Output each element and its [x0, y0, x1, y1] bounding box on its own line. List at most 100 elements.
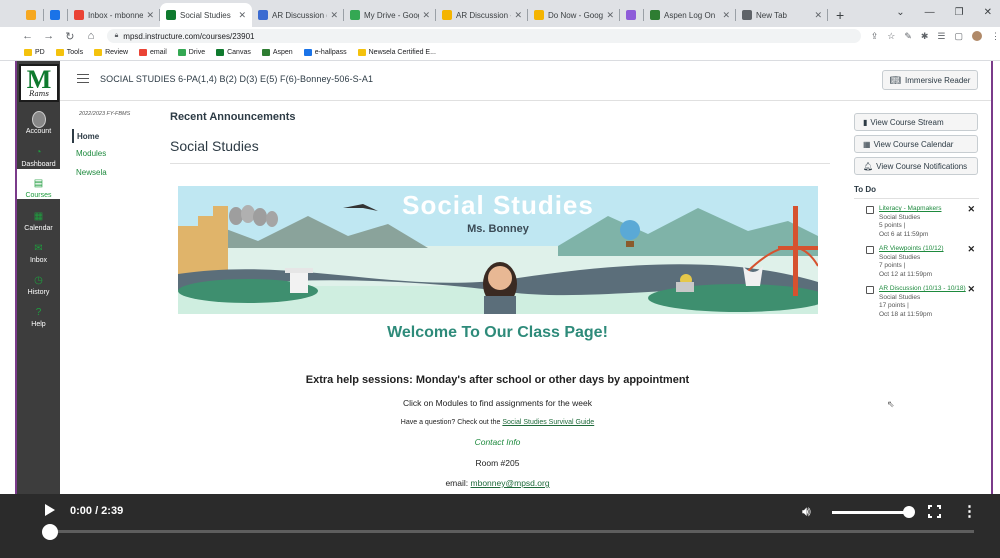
view-course-calendar-button[interactable]: ▦ View Course Calendar — [854, 135, 978, 153]
bookmark-icon — [357, 49, 366, 56]
contact-info-link[interactable]: Contact Info — [170, 437, 825, 447]
dismiss-todo-icon[interactable]: ✕ — [967, 245, 975, 254]
todo-title[interactable]: AR Viewpoints (10/12) — [879, 245, 979, 254]
survival-guide-link[interactable]: Social Studies Survival Guide — [502, 419, 594, 426]
view-course-stream-button[interactable]: ▮ View Course Stream — [854, 113, 978, 131]
browser-tab[interactable]: Inbox - mbonney@mpsd✕ — [68, 3, 160, 27]
browser-tab[interactable]: Do Now - Google Slides✕ — [528, 3, 620, 27]
restore-icon[interactable]: ❐ — [955, 7, 964, 18]
play-icon[interactable] — [45, 504, 55, 516]
global-nav-dashboard[interactable]: ◔ Dashboard — [17, 138, 60, 169]
volume-icon[interactable]: 🔊︎ — [802, 503, 811, 520]
school-logo[interactable]: M Rams — [19, 64, 59, 102]
todo-title[interactable]: AR Discussion (10/13 - 10/18) — [879, 285, 979, 294]
tab-title: AR Discussion - Google — [456, 10, 511, 20]
volume-knob[interactable] — [903, 506, 915, 518]
home-icon[interactable]: ⌂ — [85, 30, 96, 42]
browser-menu-icon[interactable]: ⋮ — [991, 31, 1000, 42]
seek-bar[interactable] — [50, 530, 974, 533]
close-window-icon[interactable]: ✕ — [984, 7, 992, 18]
tab-favicon-icon — [742, 10, 752, 20]
minimize-icon[interactable]: — — [925, 7, 935, 18]
share-icon[interactable]: ⇪ — [871, 31, 879, 42]
tab-title: Do Now - Google Slides — [548, 10, 604, 20]
todo-item: AR Viewpoints (10/12) Social Studies 7 poi… — [854, 245, 979, 279]
immersive-reader-button[interactable]: 📖︎ Immersive Reader — [882, 70, 978, 90]
side-panel-icon[interactable]: ▢ — [955, 31, 964, 42]
browser-tab[interactable]: Social Studies ✕ — [160, 3, 252, 27]
global-nav-label: Courses — [25, 192, 52, 199]
bookmark-label: Canvas — [227, 49, 251, 56]
global-nav-courses[interactable]: ▤ Courses — [17, 169, 60, 199]
bookmark-item[interactable]: Newsela Certified E... — [357, 49, 436, 56]
course-nav-home[interactable]: Home — [72, 129, 99, 143]
profile-avatar[interactable] — [972, 31, 983, 41]
bookmark-item[interactable]: Aspen — [261, 49, 293, 56]
back-arrow-icon[interactable]: ← — [22, 30, 33, 42]
global-nav-calendar[interactable]: ▦ Calendar — [17, 202, 60, 233]
view-course-notifications-button[interactable]: 🔔︎ View Course Notifications — [854, 157, 978, 175]
tab-search-icon[interactable]: ⌄ — [896, 7, 904, 18]
global-nav-history[interactable]: ◷ History — [17, 266, 60, 297]
extra-help-text: Extra help sessions: Monday's after scho… — [305, 374, 690, 386]
course-nav-modules[interactable]: Modules — [76, 149, 106, 158]
seek-knob[interactable] — [42, 524, 58, 540]
browser-tab[interactable] — [620, 3, 644, 27]
global-nav-help[interactable]: ? Help — [17, 298, 60, 329]
bookmark-item[interactable]: e-hallpass — [303, 49, 347, 56]
banner-title: Social Studies — [402, 190, 594, 220]
tab-close-icon[interactable]: ✕ — [722, 10, 730, 21]
tab-close-icon[interactable]: ✕ — [146, 10, 154, 21]
tab-close-icon[interactable]: ✕ — [330, 10, 338, 21]
browser-tab[interactable] — [20, 3, 44, 27]
global-nav-inbox[interactable]: ✉ Inbox — [17, 234, 60, 265]
todo-title[interactable]: Literacy - Mapmakers — [879, 205, 979, 214]
browser-tab[interactable] — [44, 3, 68, 27]
browser-tab[interactable]: New Tab ✕ — [736, 3, 828, 27]
reload-icon[interactable]: ↻ — [64, 30, 75, 43]
hamburger-menu-icon[interactable] — [77, 74, 89, 83]
tab-close-icon[interactable]: ✕ — [514, 10, 522, 21]
volume-slider[interactable] — [832, 511, 908, 514]
email-link[interactable]: mbonney@mpsd.org — [471, 478, 550, 488]
tab-close-icon[interactable]: ✕ — [814, 10, 822, 21]
immersive-reader-label: Immersive Reader — [905, 75, 971, 85]
todo-points: 17 points | — [879, 302, 909, 309]
fullscreen-icon[interactable] — [927, 504, 942, 519]
more-options-icon[interactable]: ⋮ — [962, 502, 977, 520]
tab-close-icon[interactable]: ✕ — [238, 10, 246, 21]
todo-course: Social Studies — [879, 253, 921, 261]
tab-close-icon[interactable]: ✕ — [606, 10, 614, 21]
reading-list-icon[interactable]: ☰ — [937, 31, 945, 42]
star-icon[interactable]: ☆ — [887, 31, 895, 42]
dismiss-todo-icon[interactable]: ✕ — [967, 285, 975, 294]
tab-title: AR Discussion (10/13 - — [272, 10, 327, 20]
course-nav-newsela[interactable]: Newsela — [76, 168, 107, 177]
todo-course: Social Studies — [879, 213, 921, 221]
forward-arrow-icon[interactable]: → — [43, 30, 54, 42]
course-title[interactable]: SOCIAL STUDIES 6-PA(1,4) B(2) D(3) E(5) … — [100, 74, 373, 84]
tab-close-icon[interactable]: ✕ — [422, 10, 430, 21]
bookmark-item[interactable]: email — [139, 49, 167, 56]
puzzle-icon[interactable]: ✱ — [921, 31, 929, 42]
browser-tab[interactable]: Aspen Log On ✕ — [644, 3, 736, 27]
address-bar[interactable]: 🔒︎ mpsd.instructure.com/courses/23901 — [106, 29, 861, 43]
bell-icon: 🔔︎ — [863, 161, 874, 171]
todo-heading: To Do — [854, 185, 979, 199]
account-icon — [31, 110, 46, 128]
extension-icon[interactable]: ✎ — [904, 31, 912, 42]
browser-tab[interactable]: AR Discussion - Google✕ — [436, 3, 528, 27]
todo-course: Social Studies — [879, 293, 921, 301]
dismiss-todo-icon[interactable]: ✕ — [967, 205, 975, 214]
video-time: 0:00 / 2:39 — [70, 505, 124, 517]
global-nav-account[interactable]: Account — [17, 105, 60, 135]
bookmark-item[interactable]: Tools — [55, 49, 83, 56]
bookmark-item[interactable]: Canvas — [216, 49, 251, 56]
browser-tab[interactable]: My Drive - Google Drive✕ — [344, 3, 436, 27]
new-tab-button[interactable]: + — [836, 7, 844, 23]
bookmark-item[interactable]: PD — [24, 49, 45, 56]
address-bar-url: mpsd.instructure.com/courses/23901 — [123, 31, 255, 41]
browser-tab[interactable]: AR Discussion (10/13 -✕ — [252, 3, 344, 27]
bookmark-item[interactable]: Review — [94, 49, 128, 56]
bookmark-item[interactable]: Drive — [177, 49, 205, 56]
